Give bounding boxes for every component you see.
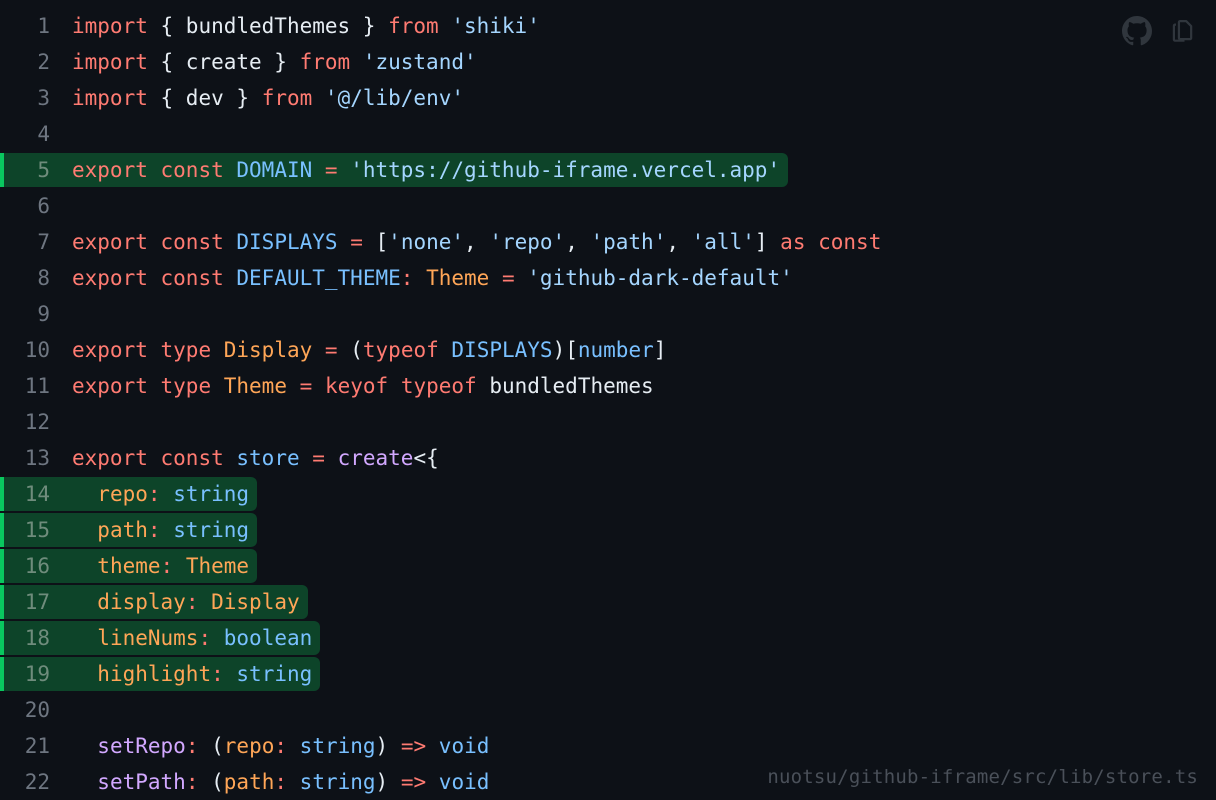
code-line: 3 import { dev } from '@/lib/env' (0, 80, 1216, 116)
code-line: 8 export const DEFAULT_THEME: Theme = 'gi… (0, 260, 1216, 296)
line-content: import { dev } from '@/lib/env' (72, 86, 464, 110)
line-number: 9 (37, 302, 50, 326)
line-content: display: Display (97, 590, 300, 614)
code-line-highlighted: 16 theme: Theme (0, 548, 1216, 584)
line-number: 20 (24, 698, 50, 722)
code-line-highlighted: 5 export const DOMAIN = 'https://github-i… (0, 152, 1216, 188)
line-number: 7 (37, 230, 50, 254)
line-number: 8 (37, 266, 50, 290)
line-content: export const DEFAULT_THEME: Theme = 'git… (72, 266, 793, 290)
code-line: 13 export const store = create<{ (0, 440, 1216, 476)
line-content: setPath: (path: string) => void (97, 770, 490, 794)
line-number: 16 (24, 554, 50, 578)
code-line-highlighted: 15 path: string (0, 512, 1216, 548)
code-line: 6 (0, 188, 1216, 224)
code-line-highlighted: 19 highlight: string (0, 656, 1216, 692)
copy-icon[interactable] (1168, 16, 1198, 46)
line-number: 21 (24, 734, 50, 758)
line-number: 19 (24, 662, 50, 686)
line-content: import { create } from 'zustand' (72, 50, 477, 74)
code-line-highlighted: 18 lineNums: boolean (0, 620, 1216, 656)
line-content: highlight: string (97, 662, 313, 686)
code-line: 20 (0, 692, 1216, 728)
code-line: 2 import { create } from 'zustand' (0, 44, 1216, 80)
code-line: 11 export type Theme = keyof typeof bundl… (0, 368, 1216, 404)
line-content: repo: string (97, 482, 250, 506)
line-number: 10 (24, 338, 50, 362)
line-number: 5 (37, 158, 50, 182)
watermark-path: nuotsu/github-iframe/src/lib/store.ts (767, 766, 1198, 788)
line-number: 11 (24, 374, 50, 398)
line-content: lineNums: boolean (97, 626, 313, 650)
github-icon[interactable] (1122, 16, 1152, 46)
line-number: 17 (24, 590, 50, 614)
code-line: 7 export const DISPLAYS = ['none', 'repo'… (0, 224, 1216, 260)
code-line-highlighted: 14 repo: string (0, 476, 1216, 512)
line-content: export type Display = (typeof DISPLAYS)[… (72, 338, 667, 362)
line-number: 2 (37, 50, 50, 74)
line-number: 13 (24, 446, 50, 470)
line-content: export const store = create<{ (72, 446, 439, 470)
code-line: 4 (0, 116, 1216, 152)
line-number: 6 (37, 194, 50, 218)
code-snippet-viewer: 1 import { bundledThemes } from 'shiki' 2 i… (0, 0, 1216, 800)
code-line-highlighted: 17 display: Display (0, 584, 1216, 620)
line-number: 15 (24, 518, 50, 542)
line-content: theme: Theme (97, 554, 250, 578)
line-content: export const DISPLAYS = ['none', 'repo',… (72, 230, 882, 254)
line-number: 12 (24, 410, 50, 434)
code-block: 1 import { bundledThemes } from 'shiki' 2 i… (0, 0, 1216, 800)
code-line: 21 setRepo: (repo: string) => void (0, 728, 1216, 764)
code-line: 9 (0, 296, 1216, 332)
line-content: import { bundledThemes } from 'shiki' (72, 14, 540, 38)
code-line: 12 (0, 404, 1216, 440)
line-number: 22 (24, 770, 50, 794)
line-content: setRepo: (repo: string) => void (97, 734, 490, 758)
line-content: export type Theme = keyof typeof bundled… (72, 374, 654, 398)
line-number: 1 (37, 14, 50, 38)
code-line: 1 import { bundledThemes } from 'shiki' (0, 8, 1216, 44)
line-number: 14 (24, 482, 50, 506)
line-number: 4 (37, 122, 50, 146)
line-number: 3 (37, 86, 50, 110)
action-toolbar (1122, 16, 1198, 46)
line-number: 18 (24, 626, 50, 650)
line-content: path: string (97, 518, 250, 542)
line-content: export const DOMAIN = 'https://github-if… (72, 158, 781, 182)
code-line: 10 export type Display = (typeof DISPLAYS… (0, 332, 1216, 368)
